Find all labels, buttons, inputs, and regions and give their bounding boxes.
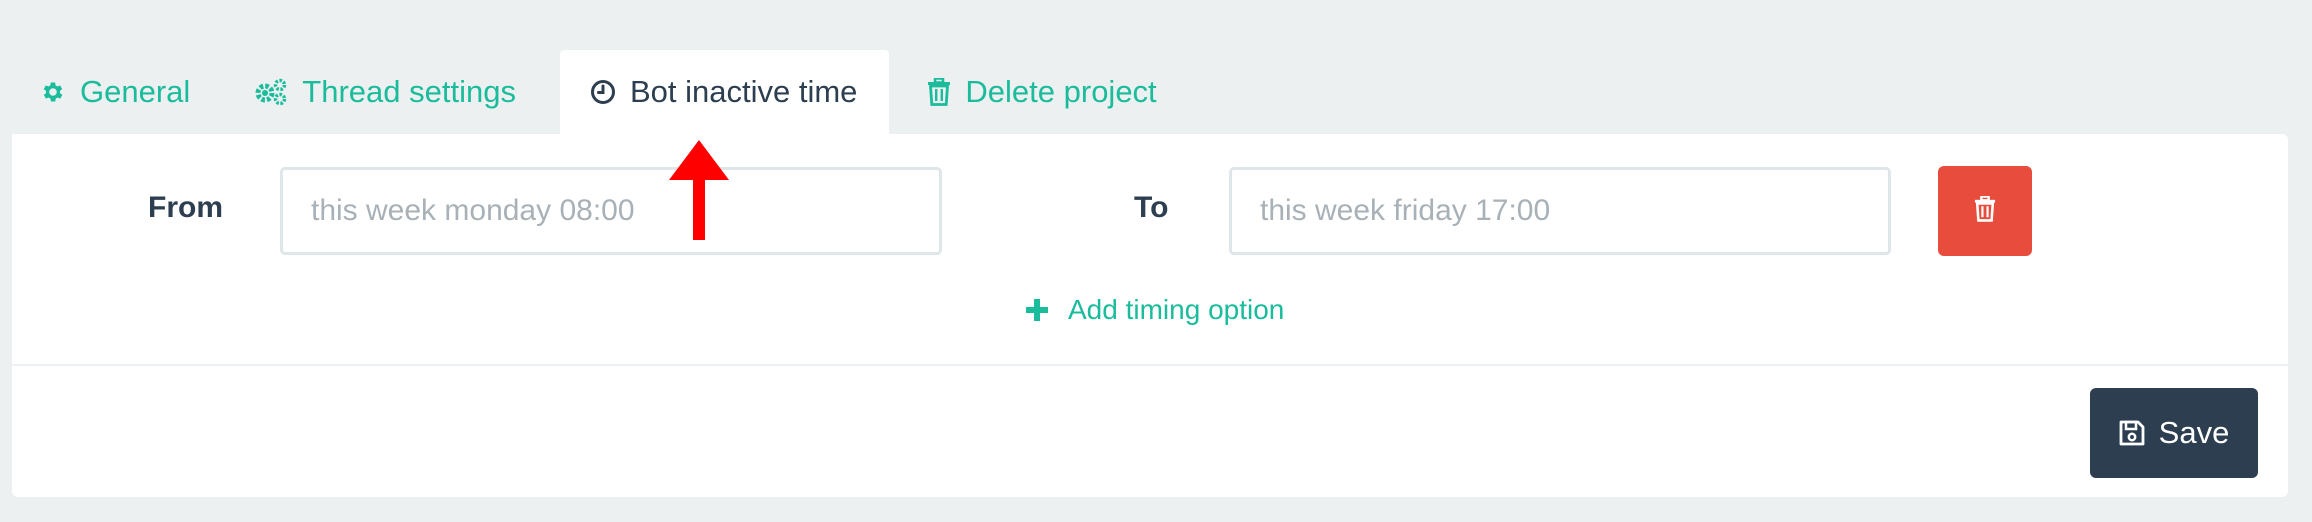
save-button[interactable]: Save (2090, 388, 2258, 478)
from-input[interactable] (280, 167, 942, 255)
trash-icon (1974, 194, 1996, 227)
floppy-disk-icon (2119, 420, 2145, 446)
save-button-label: Save (2158, 415, 2230, 450)
tab-bar: General Thread settings Bot inactive tim… (12, 50, 1187, 134)
tab-thread-settings-label: Thread settings (302, 74, 516, 109)
inactive-time-panel: From To Add timing op (12, 134, 2288, 497)
page: General Thread settings Bot inactive tim… (0, 0, 2312, 522)
annotation-arrow (669, 140, 729, 240)
add-timing-option-link[interactable]: Add timing option (1026, 294, 1284, 326)
from-label: From (148, 191, 223, 224)
trash-icon (927, 78, 951, 106)
tab-bot-inactive-time[interactable]: Bot inactive time (559, 50, 890, 134)
tab-thread-settings[interactable]: Thread settings (254, 50, 554, 134)
add-timing-option-label: Add timing option (1068, 294, 1285, 325)
gears-icon (254, 78, 288, 106)
to-input[interactable] (1229, 167, 1891, 255)
delete-timing-button[interactable] (1938, 166, 2032, 256)
tab-general-label: General (80, 74, 191, 109)
tab-general[interactable]: General (12, 50, 254, 134)
tab-delete-project-label: Delete project (965, 74, 1157, 109)
tab-bot-inactive-time-label: Bot inactive time (629, 74, 858, 109)
to-label: To (1134, 191, 1169, 224)
clock-icon (590, 79, 616, 105)
tab-delete-project[interactable]: Delete project (895, 50, 1186, 134)
plus-icon (1026, 299, 1048, 321)
panel-divider (12, 364, 2288, 366)
gear-icon (40, 79, 66, 105)
